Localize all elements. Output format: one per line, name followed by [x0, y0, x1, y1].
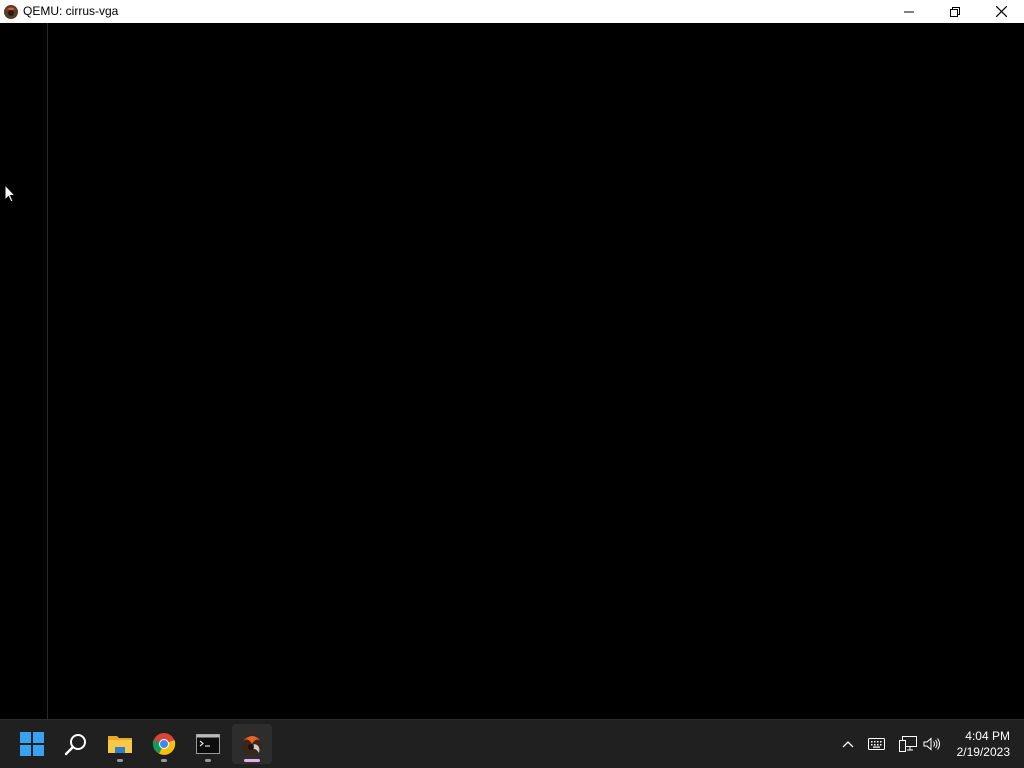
windows-logo-icon: [20, 732, 44, 756]
network-button[interactable]: [896, 720, 920, 768]
close-icon: [995, 6, 1007, 17]
keyboard-button[interactable]: [864, 720, 888, 768]
show-hidden-icons-button[interactable]: [838, 720, 858, 768]
running-indicator: [161, 759, 167, 762]
qemu-window: QEMU: cirrus-vga: [0, 0, 1024, 719]
terminal-icon: [196, 734, 220, 754]
taskbar-qemu[interactable]: [232, 724, 272, 764]
start-button[interactable]: [12, 724, 52, 764]
window-title: QEMU: cirrus-vga: [23, 4, 119, 18]
vm-display[interactable]: [0, 23, 1024, 719]
taskbar-chrome[interactable]: [144, 724, 184, 764]
window-controls: [886, 0, 1024, 23]
qemu-icon: [242, 735, 262, 755]
taskbar-file-explorer[interactable]: [100, 724, 140, 764]
keyboard-icon: [867, 738, 885, 750]
chevron-up-icon: [842, 741, 854, 748]
restore-icon: [950, 6, 960, 17]
running-indicator: [205, 759, 211, 762]
clock-date: 2/19/2023: [956, 745, 1010, 759]
running-indicator: [117, 759, 123, 762]
volume-icon: [923, 737, 940, 751]
chrome-icon: [152, 733, 176, 755]
active-indicator: [244, 759, 260, 762]
search-icon: [64, 734, 86, 756]
taskbar-terminal[interactable]: [188, 724, 228, 764]
minimize-button[interactable]: [886, 0, 932, 23]
qemu-icon: [3, 4, 19, 20]
screen-divider: [47, 23, 48, 719]
system-clock[interactable]: 4:04 PM 2/19/2023: [957, 728, 1010, 760]
network-icon: [899, 736, 917, 752]
mouse-cursor-icon: [4, 184, 16, 203]
search-button[interactable]: [56, 724, 96, 764]
clock-time: 4:04 PM: [965, 729, 1010, 743]
title-bar[interactable]: QEMU: cirrus-vga: [0, 0, 1024, 23]
volume-button[interactable]: [920, 720, 944, 768]
close-button[interactable]: [978, 0, 1024, 23]
taskbar: 4:04 PM 2/19/2023: [0, 719, 1024, 768]
folder-icon: [108, 736, 132, 753]
minimize-icon: [904, 11, 914, 12]
restore-button[interactable]: [932, 0, 978, 23]
